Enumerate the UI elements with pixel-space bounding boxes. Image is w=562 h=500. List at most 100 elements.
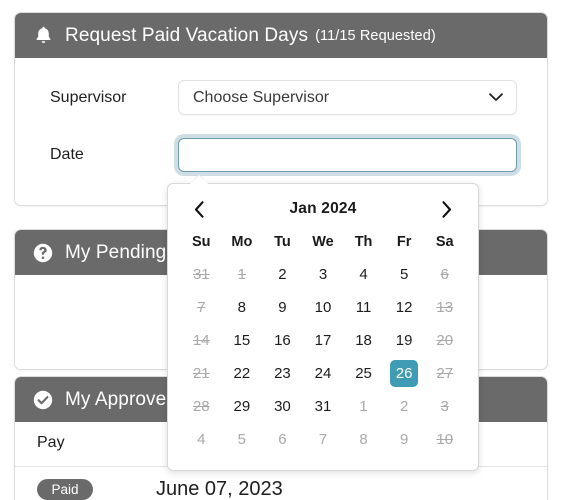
datepicker-day-label: 4 [197,431,206,448]
datepicker-day-label: 24 [314,365,332,382]
datepicker-day: 28 [181,390,222,423]
datepicker-day[interactable]: 23 [262,357,303,390]
datepicker-day-label: 17 [314,332,332,349]
datepicker-day: 14 [181,324,222,357]
datepicker-day-label: 21 [192,365,210,382]
date-input[interactable] [178,138,517,172]
datepicker-day[interactable]: 8 [222,291,263,324]
request-vacation-card: Request Paid Vacation Days (11/15 Reques… [14,12,548,206]
datepicker-weekday-row: Su Mo Tu We Th Fr Sa [181,226,465,258]
datepicker-header: Jan 2024 [181,195,465,223]
datepicker-day-label: 15 [233,332,251,349]
datepicker-day-label: 8 [359,431,368,448]
datepicker-day-label: 10 [314,299,332,316]
datepicker-day-label: 3 [440,398,449,415]
chevron-down-icon [488,90,504,106]
supervisor-label: Supervisor [50,88,127,106]
request-card-title: Request Paid Vacation Days [65,24,309,46]
bell-icon [32,25,54,47]
datepicker-day[interactable]: 1 [343,390,384,423]
status-badge: Paid [37,479,93,500]
datepicker-day[interactable]: 19 [384,324,425,357]
datepicker-day-label: 11 [355,299,372,316]
datepicker-day[interactable]: 5 [222,423,263,456]
datepicker-day-label: 27 [436,365,454,382]
datepicker-day-label: 3 [318,266,328,283]
datepicker-day[interactable]: 9 [262,291,303,324]
request-card-header: Request Paid Vacation Days (11/15 Reques… [15,13,547,58]
datepicker-month-title: Jan 2024 [289,200,357,217]
datepicker-day-label: 29 [233,398,251,415]
datepicker-day[interactable]: 4 [181,423,222,456]
datepicker-day: 7 [181,291,222,324]
request-card-subtitle: (11/15 Requested) [315,27,436,44]
datepicker-day[interactable]: 15 [222,324,263,357]
datepicker-day-label: 7 [318,431,328,448]
supervisor-row: Supervisor Choose Supervisor [50,80,517,115]
datepicker-day[interactable]: 11 [343,291,384,324]
datepicker-day-label: 18 [355,332,372,349]
datepicker-day: 6 [424,258,465,291]
chevron-right-icon[interactable] [434,196,460,222]
datepicker-day[interactable]: 3 [303,258,344,291]
datepicker-day-label: 28 [192,398,210,415]
datepicker-day: 3 [424,390,465,423]
datepicker-day[interactable]: 8 [343,423,384,456]
datepicker-day-label: 1 [237,266,247,283]
datepicker-day-selected[interactable]: 26 [384,357,425,390]
datepicker-day: 10 [424,423,465,456]
datepicker-day[interactable]: 24 [303,357,344,390]
datepicker-day[interactable]: 25 [343,357,384,390]
datepicker-day[interactable]: 2 [262,258,303,291]
datepicker-day-label: 22 [233,365,251,382]
datepicker-day[interactable]: 12 [384,291,425,324]
datepicker-day[interactable]: 4 [343,258,384,291]
datepicker-day-label: 4 [359,266,368,283]
chevron-left-icon[interactable] [186,196,212,222]
datepicker-day-label: 31 [192,266,210,283]
datepicker-day-label: 13 [436,299,454,316]
question-circle-icon [32,242,54,264]
datepicker-day-label: 6 [440,266,449,283]
datepicker-day-label: 25 [355,365,372,382]
datepicker-weekday-su: Su [192,234,211,250]
datepicker-day: 21 [181,357,222,390]
datepicker-day[interactable]: 7 [303,423,344,456]
datepicker-weekday-fr: Fr [396,234,412,250]
datepicker-day-label: 6 [278,431,287,448]
datepicker-day[interactable]: 18 [343,324,384,357]
datepicker-day-label: 12 [395,299,413,316]
datepicker-day[interactable]: 9 [384,423,425,456]
datepicker-day-label: 5 [237,431,247,448]
check-circle-icon [32,389,54,411]
datepicker-day-label: 30 [274,398,291,415]
datepicker-day[interactable]: 2 [384,390,425,423]
datepicker-day[interactable]: 30 [262,390,303,423]
date-row: Date [50,138,517,172]
datepicker-day-label: 19 [395,332,413,349]
supervisor-select[interactable]: Choose Supervisor [178,80,517,115]
datepicker-weekday-th: Th [354,234,373,250]
datepicker-day-label: 14 [192,332,210,349]
datepicker-day[interactable]: 6 [262,423,303,456]
datepicker-day: 31 [181,258,222,291]
app-page: Request Paid Vacation Days (11/15 Reques… [0,0,562,500]
datepicker-day-label: 8 [237,299,247,316]
datepicker-day-grid: 31 1 2 3 4 5 6 7 8 9 10 11 12 13 14 15 16 17 18 19 20 21 22 23 2… [181,258,465,456]
datepicker-day[interactable]: 22 [222,357,263,390]
datepicker-day[interactable]: 10 [303,291,344,324]
datepicker-day[interactable]: 31 [303,390,344,423]
datepicker-day-label: 31 [314,398,332,415]
datepicker-day-label: 2 [399,398,409,415]
approved-col-pay: Pay [37,434,65,451]
datepicker-day-label: 1 [359,398,368,415]
datepicker-day[interactable]: 29 [222,390,263,423]
datepicker-day[interactable]: 5 [384,258,425,291]
datepicker-day: 13 [424,291,465,324]
date-label: Date [50,146,84,163]
datepicker-weekday-tu: Tu [274,234,291,250]
datepicker-day[interactable]: 16 [262,324,303,357]
approved-row-date: June 07, 2023 [156,478,283,500]
datepicker-day[interactable]: 17 [303,324,344,357]
datepicker-day-label: 20 [436,332,454,349]
